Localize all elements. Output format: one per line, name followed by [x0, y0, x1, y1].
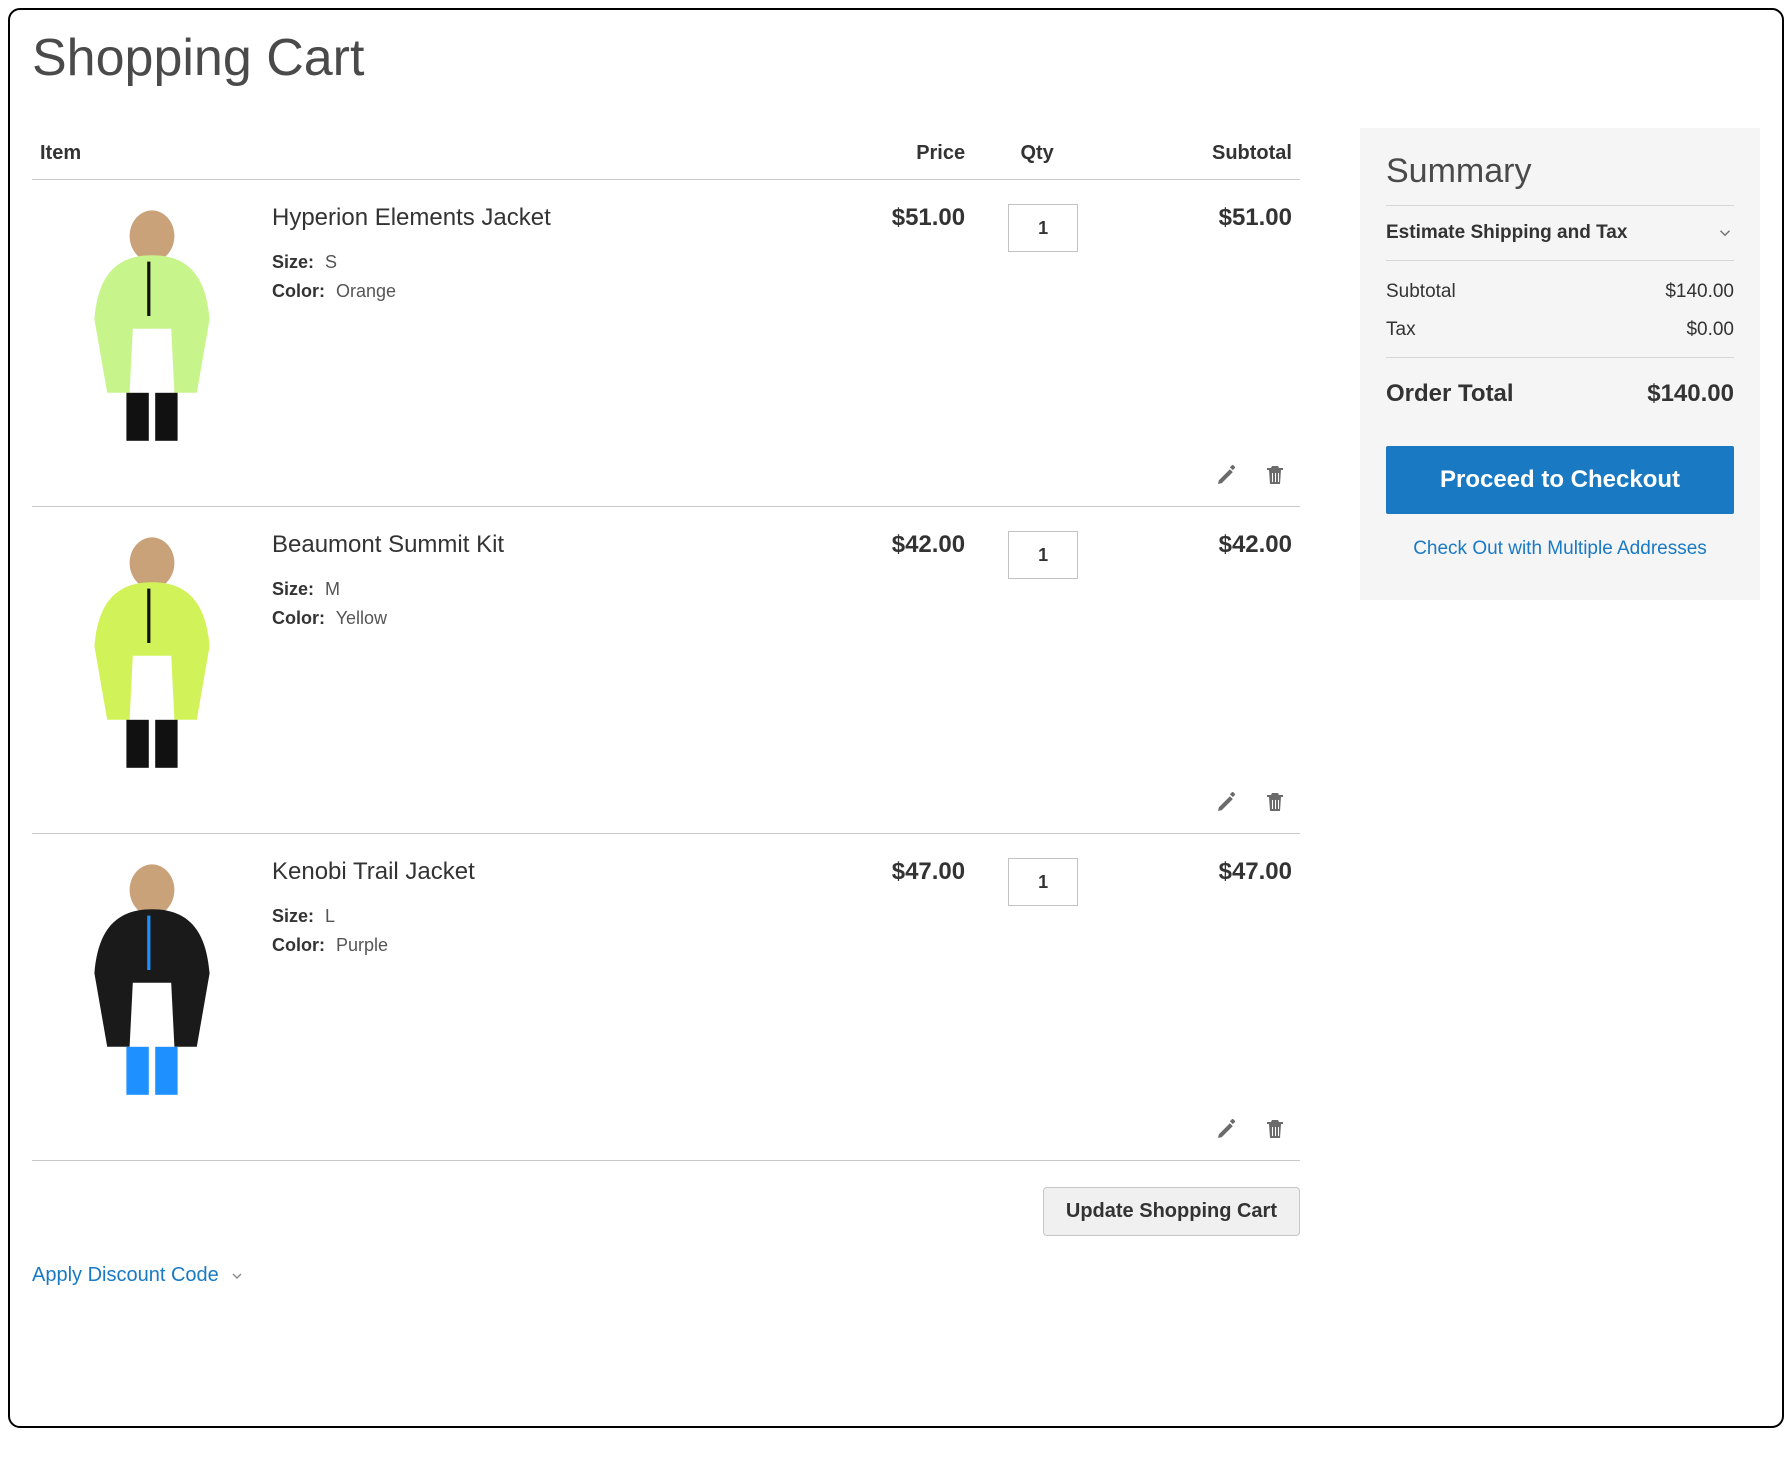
size-value: M — [325, 579, 340, 599]
estimate-shipping-toggle[interactable]: Estimate Shipping and Tax — [1386, 206, 1734, 261]
edit-icon[interactable] — [1214, 462, 1240, 488]
product-image[interactable] — [52, 204, 252, 444]
qty-input[interactable] — [1008, 858, 1078, 906]
summary-section: Summary Estimate Shipping and Tax Subtot… — [1360, 128, 1760, 600]
item-subtotal: $47.00 — [1113, 834, 1300, 1099]
tax-label: Tax — [1386, 319, 1416, 341]
product-image[interactable] — [52, 531, 252, 771]
tax-value: $0.00 — [1686, 319, 1734, 341]
trash-icon[interactable] — [1262, 1116, 1288, 1142]
subtotal-label: Subtotal — [1386, 281, 1456, 303]
cart-item-row: Beaumont Summit Kit Size: M Color: Yello… — [32, 507, 1300, 772]
color-label: Color: — [272, 281, 325, 301]
trash-icon[interactable] — [1262, 462, 1288, 488]
size-label: Size: — [272, 579, 314, 599]
cart-table: Item Price Qty Subtotal Hyperion Element… — [32, 128, 1300, 1161]
product-name[interactable]: Hyperion Elements Jacket — [272, 204, 815, 232]
cart-items-section: Item Price Qty Subtotal Hyperion Element… — [32, 128, 1300, 1287]
cart-item-row: Kenobi Trail Jacket Size: L Color: Purpl… — [32, 834, 1300, 1099]
page-title: Shopping Cart — [32, 28, 1760, 88]
qty-input[interactable] — [1008, 204, 1078, 252]
apply-discount-toggle[interactable]: Apply Discount Code — [32, 1264, 245, 1287]
color-label: Color: — [272, 608, 325, 628]
item-price: $42.00 — [815, 507, 973, 772]
qty-input[interactable] — [1008, 531, 1078, 579]
cart-item-row: Hyperion Elements Jacket Size: S Color: … — [32, 180, 1300, 445]
col-price: Price — [815, 128, 973, 180]
summary-title: Summary — [1386, 152, 1734, 206]
size-value: S — [325, 252, 337, 272]
chevron-down-icon — [1716, 224, 1734, 242]
proceed-to-checkout-button[interactable]: Proceed to Checkout — [1386, 446, 1734, 514]
edit-icon[interactable] — [1214, 1116, 1240, 1142]
multiple-addresses-link[interactable]: Check Out with Multiple Addresses — [1386, 538, 1734, 560]
order-total-label: Order Total — [1386, 380, 1514, 408]
color-value: Yellow — [336, 608, 387, 628]
item-price: $51.00 — [815, 180, 973, 445]
edit-icon[interactable] — [1214, 789, 1240, 815]
chevron-down-icon — [229, 1268, 245, 1284]
product-name[interactable]: Kenobi Trail Jacket — [272, 858, 815, 886]
product-image[interactable] — [52, 858, 252, 1098]
apply-discount-label: Apply Discount Code — [32, 1264, 219, 1287]
color-value: Orange — [336, 281, 396, 301]
color-value: Purple — [336, 935, 388, 955]
update-cart-button[interactable]: Update Shopping Cart — [1043, 1187, 1300, 1236]
size-value: L — [325, 906, 335, 926]
col-subtotal: Subtotal — [1113, 128, 1300, 180]
subtotal-value: $140.00 — [1665, 281, 1734, 303]
size-label: Size: — [272, 906, 314, 926]
order-total-value: $140.00 — [1647, 380, 1734, 408]
item-price: $47.00 — [815, 834, 973, 1099]
product-name[interactable]: Beaumont Summit Kit — [272, 531, 815, 559]
item-subtotal: $51.00 — [1113, 180, 1300, 445]
trash-icon[interactable] — [1262, 789, 1288, 815]
estimate-shipping-label: Estimate Shipping and Tax — [1386, 222, 1627, 244]
color-label: Color: — [272, 935, 325, 955]
col-qty: Qty — [973, 128, 1113, 180]
item-subtotal: $42.00 — [1113, 507, 1300, 772]
size-label: Size: — [272, 252, 314, 272]
col-item: Item — [32, 128, 815, 180]
